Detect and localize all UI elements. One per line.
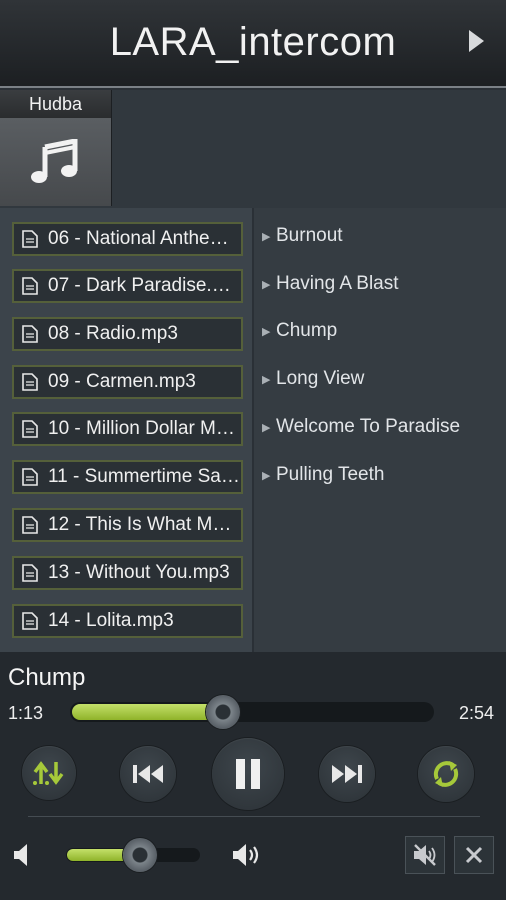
mute-button[interactable] [405, 836, 445, 874]
track-item[interactable]: ▶ Having A Blast [262, 269, 399, 299]
skip-next-icon [332, 765, 362, 783]
file-list: 06 - National Anthem.mp3 07 - Dark Parad… [0, 208, 254, 652]
file-icon [22, 468, 38, 486]
file-icon [22, 230, 38, 248]
player-panel: Chump 1:13 2:54 [0, 652, 506, 900]
file-name: 12 - This Is What Makes Us Girls.mp3 [48, 514, 241, 535]
play-pause-button[interactable] [212, 738, 284, 810]
track-name: Long View [276, 368, 365, 389]
total-time: 2:54 [458, 703, 494, 723]
file-icon [22, 516, 38, 534]
next-button[interactable] [319, 746, 375, 802]
file-item[interactable]: 10 - Million Dollar Man.mp3 [12, 412, 243, 446]
file-icon [22, 277, 38, 295]
file-item[interactable]: 09 - Carmen.mp3 [12, 365, 243, 399]
category-area: Hudba [0, 90, 506, 208]
track-name: Chump [276, 320, 338, 341]
track-name: Pulling Teeth [276, 464, 385, 485]
elapsed-time: 1:13 [8, 703, 44, 723]
chevron-right-icon: ▶ [262, 421, 271, 434]
file-icon [22, 564, 38, 582]
file-name: 07 - Dark Paradise.mp3 [48, 275, 241, 296]
title-bar: LARA_intercom [0, 0, 506, 88]
file-name: 11 - Summertime Sadness.mp3 [48, 466, 241, 487]
app-title: LARA_intercom [109, 20, 397, 64]
file-item[interactable]: 14 - Lolita.mp3 [12, 604, 243, 638]
chevron-right-icon: ▶ [262, 230, 271, 243]
chevron-right-icon: ▶ [262, 325, 271, 338]
volume-low-icon [14, 844, 27, 866]
shuffle-icon [33, 761, 64, 785]
chevron-right-icon: ▶ [262, 469, 271, 482]
mute-icon [414, 844, 436, 866]
file-item[interactable]: 07 - Dark Paradise.mp3 [12, 269, 243, 303]
file-name: 06 - National Anthem.mp3 [48, 228, 241, 249]
track-list: ▶ Burnout ▶ Having A Blast ▶ Chump ▶ Lon… [254, 208, 506, 652]
file-name: 14 - Lolita.mp3 [48, 610, 174, 631]
now-playing-title: Chump [8, 664, 86, 691]
track-name: Having A Blast [276, 273, 399, 294]
category-tab-music[interactable]: Hudba [0, 90, 112, 206]
category-label: Hudba [0, 90, 111, 118]
seek-bar[interactable] [70, 702, 434, 722]
repeat-button[interactable] [418, 746, 474, 802]
track-item[interactable]: ▶ Chump [262, 316, 337, 346]
chevron-right-icon: ▶ [262, 373, 271, 386]
file-name: 09 - Carmen.mp3 [48, 371, 196, 392]
file-icon [22, 325, 38, 343]
track-item[interactable]: ▶ Long View [262, 364, 364, 394]
track-item[interactable]: ▶ Burnout [262, 221, 343, 251]
track-name: Welcome To Paradise [276, 416, 461, 437]
volume-high-icon [233, 844, 259, 866]
file-name: 08 - Radio.mp3 [48, 323, 178, 344]
file-item[interactable]: 08 - Radio.mp3 [12, 317, 243, 351]
close-icon [465, 846, 483, 864]
volume-slider-handle[interactable] [123, 838, 157, 872]
file-item[interactable]: 12 - This Is What Makes Us Girls.mp3 [12, 508, 243, 542]
seek-bar-fill [72, 704, 223, 720]
file-icon [22, 420, 38, 438]
file-name: 10 - Million Dollar Man.mp3 [48, 418, 241, 439]
chevron-right-icon: ▶ [262, 278, 271, 291]
file-item[interactable]: 11 - Summertime Sadness.mp3 [12, 460, 243, 494]
close-button[interactable] [454, 836, 494, 874]
next-screen-arrow-icon[interactable] [469, 30, 484, 52]
repeat-icon [433, 761, 459, 787]
file-item[interactable]: 06 - National Anthem.mp3 [12, 222, 243, 256]
skip-previous-icon [133, 765, 163, 783]
previous-button[interactable] [120, 746, 176, 802]
track-name: Burnout [276, 225, 343, 246]
file-icon [22, 373, 38, 391]
player-divider [28, 816, 480, 817]
seek-bar-handle[interactable] [206, 695, 240, 729]
pause-icon [236, 759, 260, 789]
file-item[interactable]: 13 - Without You.mp3 [12, 556, 243, 590]
track-item[interactable]: ▶ Pulling Teeth [262, 460, 384, 490]
music-note-icon [30, 139, 77, 183]
file-icon [22, 612, 38, 630]
shuffle-button[interactable] [22, 746, 76, 800]
track-item[interactable]: ▶ Welcome To Paradise [262, 412, 460, 442]
file-name: 13 - Without You.mp3 [48, 562, 230, 583]
